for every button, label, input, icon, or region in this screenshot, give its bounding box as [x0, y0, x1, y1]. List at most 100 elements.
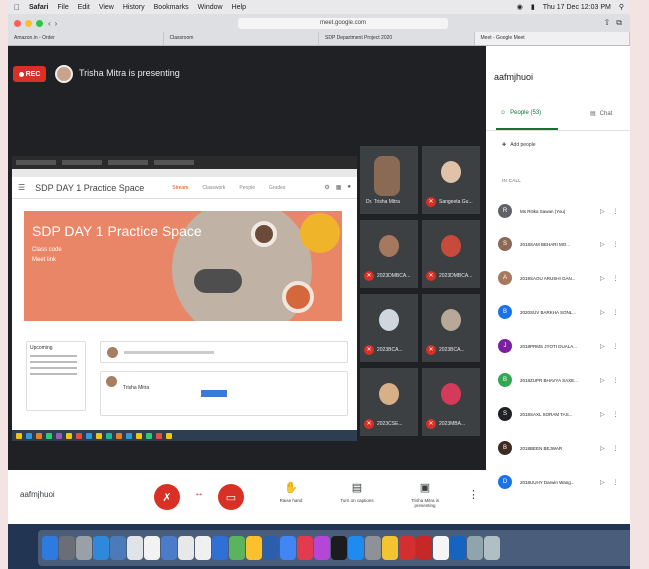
participant-row[interactable]: J 2018PRMS JYOTI DUALA... ▷ ⋮	[498, 336, 626, 356]
participant-tile[interactable]: ✕ 2023DMBCA...	[360, 220, 418, 288]
participant-name: 2019SAOU ARUSHI GAN...	[520, 275, 576, 281]
participant-tile[interactable]: ✕ 2023BCA...	[360, 294, 418, 362]
pdf-icon[interactable]	[416, 536, 432, 560]
tab-classroom[interactable]: Classroom	[164, 32, 319, 45]
safari-icon[interactable]	[76, 536, 92, 560]
trash-icon[interactable]	[484, 536, 500, 560]
wifi-icon[interactable]: ◉	[517, 3, 523, 11]
raise-hand-button[interactable]: ✋ Raise hand	[266, 481, 316, 503]
participant-row[interactable]: R Ms Ritika Sawan (You) ▷ ⋮	[498, 201, 626, 221]
participant-tile[interactable]: ✕ 2023BCA...	[422, 294, 480, 362]
downloads-icon[interactable]	[467, 536, 483, 560]
launchpad-icon[interactable]	[59, 536, 75, 560]
menu-edit[interactable]: Edit	[78, 4, 90, 11]
stream-avatar	[106, 376, 117, 387]
music-icon[interactable]	[297, 536, 313, 560]
participant-row[interactable]: B 2018BEEN BEJWAR ▷ ⋮	[498, 438, 626, 458]
notes-icon[interactable]	[161, 536, 177, 560]
photos-icon[interactable]	[229, 536, 245, 560]
finder-icon[interactable]	[42, 536, 58, 560]
mic-toggle-button[interactable]: ✗	[154, 484, 180, 510]
mic-icon: ▷	[600, 479, 605, 486]
tv-icon[interactable]	[331, 536, 347, 560]
search-icon[interactable]: ⚲	[619, 3, 624, 11]
captions-icon: ▤	[351, 482, 363, 494]
more-icon[interactable]: ⋮	[613, 343, 619, 350]
participant-row[interactable]: S 2018SAM BEHARI MO... ▷ ⋮	[498, 234, 626, 254]
more-icon[interactable]: ⋮	[613, 208, 619, 215]
menu-history[interactable]: History	[123, 4, 145, 11]
messages-icon[interactable]	[263, 536, 279, 560]
more-icon[interactable]: ⋮	[613, 479, 619, 486]
tab-people[interactable]: ☺ People (53)	[500, 110, 541, 116]
menu-window[interactable]: Window	[198, 4, 223, 11]
app-store-icon[interactable]	[93, 536, 109, 560]
maps-icon[interactable]	[195, 536, 211, 560]
acrobat-icon[interactable]	[399, 536, 415, 560]
participant-tile[interactable]: ✕ 2023MBA...	[422, 368, 480, 436]
mail-icon[interactable]	[110, 536, 126, 560]
share-icon[interactable]: ⇧	[604, 18, 611, 28]
participant-row[interactable]: B 2018ZUPR BHAVYA SAXE... ▷ ⋮	[498, 370, 626, 390]
menu-help[interactable]: Help	[232, 4, 246, 11]
menu-file[interactable]: File	[57, 4, 68, 11]
meeting-code[interactable]: aafmjhuoi	[20, 490, 55, 499]
app-store-2-icon[interactable]	[348, 536, 364, 560]
system-preferences-icon[interactable]	[365, 536, 381, 560]
participant-tile[interactable]: ✕ 2023DMBCA...	[422, 220, 480, 288]
contacts-icon[interactable]	[127, 536, 143, 560]
participant-tile[interactable]: ✕ 2023CSE...	[360, 368, 418, 436]
menubar-clock[interactable]: Thu 17 Dec 12:03 PM	[543, 4, 611, 11]
menu-view[interactable]: View	[99, 4, 114, 11]
more-icon[interactable]: ⋮	[613, 309, 619, 316]
participant-name: 2020SUV BARKHA SONL...	[520, 309, 577, 315]
more-icon[interactable]: ⋮	[613, 377, 619, 384]
back-icon[interactable]: ‹	[48, 19, 51, 28]
reminders-icon[interactable]	[178, 536, 194, 560]
calendar-icon[interactable]	[144, 536, 160, 560]
battery-icon[interactable]: ▮	[531, 3, 535, 11]
participant-row[interactable]: A 2019SAOU ARUSHI GAN... ▷ ⋮	[498, 268, 626, 288]
tabs-overview-icon[interactable]: ⧉	[616, 18, 622, 28]
address-bar[interactable]: meet.google.com	[238, 18, 448, 29]
menu-bookmarks[interactable]: Bookmarks	[154, 4, 189, 11]
minimize-window-button[interactable]	[25, 20, 32, 27]
more-icon[interactable]: ⋮	[613, 411, 619, 418]
more-icon[interactable]: ⋮	[613, 241, 619, 248]
chrome-icon[interactable]	[246, 536, 262, 560]
screen:  Safari File Edit View History Bookmark…	[8, 0, 630, 569]
forward-icon[interactable]: ›	[55, 19, 58, 28]
participant-row[interactable]: S 2018SAXL SORAM TAS... ▷ ⋮	[498, 404, 626, 424]
podcasts-icon[interactable]	[314, 536, 330, 560]
add-people-button[interactable]: ✚ Add people	[502, 142, 536, 148]
participant-avatar	[379, 383, 399, 405]
participant-tile[interactable]: ✕ Sangeeta Gu...	[422, 146, 480, 214]
camera-toggle-button[interactable]: ▭	[218, 484, 244, 510]
more-icon[interactable]: ⋮	[613, 445, 619, 452]
notes-yellow-icon[interactable]	[382, 536, 398, 560]
more-options-icon[interactable]: ⋮	[468, 488, 479, 501]
zoom-icon[interactable]	[450, 536, 466, 560]
tab-people-label: People (53)	[510, 110, 542, 116]
presenting-button[interactable]: ▣ Trisha Mitra is presenting	[400, 481, 450, 508]
tab-meet[interactable]: Meet - Google Meet	[474, 32, 630, 45]
tab-amazon[interactable]: Amazon.in - Order	[8, 32, 164, 45]
participant-name: Ms Ritika Sawan (You)	[520, 208, 566, 214]
facetime-icon[interactable]	[280, 536, 296, 560]
participant-row[interactable]: B 2020SUV BARKHA SONL... ▷ ⋮	[498, 302, 626, 322]
word-icon[interactable]	[212, 536, 228, 560]
participant-tile[interactable]: Dr. Trisha Mitra	[360, 146, 418, 214]
preview-icon[interactable]	[433, 536, 449, 560]
tab-sdp-project[interactable]: SDP Department Project 2020	[319, 32, 475, 45]
chat-icon: ▤	[590, 111, 596, 117]
menubar-app-name[interactable]: Safari	[29, 4, 48, 11]
participant-row[interactable]: D 2018UUHY Darwin Wang... ▷ ⋮	[498, 472, 626, 492]
close-window-button[interactable]	[14, 20, 21, 27]
zoom-window-button[interactable]	[36, 20, 43, 27]
mic-icon: ▷	[600, 445, 605, 452]
apple-icon[interactable]: 	[14, 3, 20, 12]
captions-button[interactable]: ▤ Turn on captions	[332, 481, 382, 503]
more-icon[interactable]: ⋮	[613, 275, 619, 282]
tab-chat[interactable]: ▤ Chat	[590, 110, 612, 118]
profile-icon: ●	[347, 184, 351, 190]
